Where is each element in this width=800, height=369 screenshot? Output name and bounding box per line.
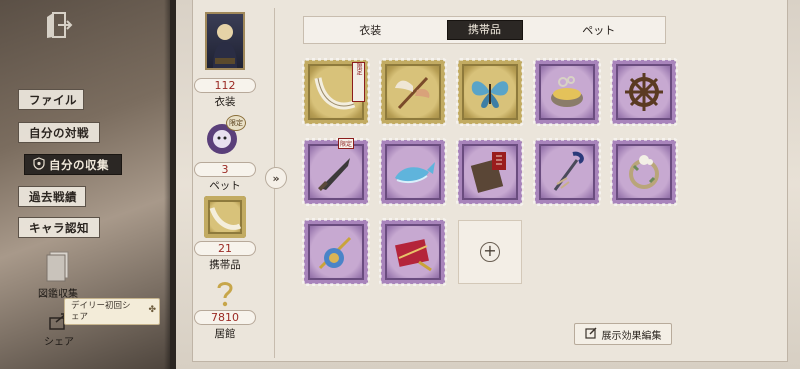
- nav-my-collection-button[interactable]: 自分の収集: [24, 154, 122, 175]
- residence-count: 7810: [194, 310, 256, 325]
- add-item-slot[interactable]: +: [458, 220, 522, 284]
- carry-label: 携帯品: [209, 259, 241, 271]
- tome-icon: [470, 152, 506, 193]
- pet-limited-badge: 限定: [226, 115, 246, 131]
- costume-portrait[interactable]: [205, 12, 245, 70]
- double-chevron-icon: »: [272, 171, 280, 185]
- exit-icon[interactable]: [44, 8, 74, 42]
- tab-costume[interactable]: 衣装: [304, 22, 437, 38]
- item-book[interactable]: [456, 138, 524, 206]
- carry-count: 21: [194, 241, 256, 256]
- collection-book-button[interactable]: 図鑑収集: [38, 250, 78, 300]
- item-bowl[interactable]: [533, 58, 601, 126]
- bowl-icon: [551, 76, 583, 107]
- item-winged[interactable]: [379, 58, 447, 126]
- cane-icon: [553, 151, 584, 191]
- nav-character-button[interactable]: キャラ認知: [18, 217, 100, 238]
- item-wheel[interactable]: [610, 58, 678, 126]
- butterfly-icon: [471, 81, 509, 108]
- shield-icon: [33, 156, 45, 173]
- red-case-icon: [395, 239, 432, 272]
- share-label: シェア: [44, 337, 74, 348]
- pet-count: 3: [194, 162, 256, 177]
- book-icon: [43, 250, 73, 285]
- nav-my-collection-label: 自分の収集: [49, 157, 109, 172]
- item-blade[interactable]: [302, 218, 370, 286]
- tab-carry-items[interactable]: 携帯品: [446, 20, 523, 40]
- nav-file-label: ファイル: [29, 92, 77, 107]
- costume-count: 112: [194, 78, 256, 93]
- nav-my-battles-button[interactable]: 自分の対戦: [18, 122, 100, 143]
- limited-tag-2: 限定: [338, 138, 355, 149]
- daily-share-tooltip: デイリー初回シェア ✤: [64, 298, 160, 325]
- costume-label: 衣装: [214, 96, 236, 108]
- whale-icon: [395, 162, 435, 184]
- item-dagger[interactable]: 限定: [302, 138, 370, 206]
- expand-arrow-button[interactable]: »: [265, 167, 287, 189]
- nav-character-label: キャラ認知: [29, 220, 89, 235]
- edit-icon: [584, 327, 597, 342]
- item-case[interactable]: [379, 218, 447, 286]
- ornate-blade-icon: [318, 236, 352, 270]
- nav-my-battles-label: 自分の対戦: [29, 125, 89, 140]
- nav-history-button[interactable]: 過去戦績: [18, 186, 86, 207]
- tab-pet[interactable]: ペット: [533, 22, 666, 38]
- item-horn[interactable]: 限定: [302, 58, 370, 126]
- daily-share-text: デイリー初回シェア: [71, 301, 131, 322]
- limited-tag: 限定: [352, 62, 365, 102]
- residence-icon[interactable]: [212, 278, 238, 308]
- display-effect-edit-label: 展示効果編集: [601, 330, 662, 342]
- wreath-icon: [629, 155, 659, 189]
- category-tabs: 衣装 携帯品 ペット: [303, 16, 666, 44]
- side-nav: ファイル 自分の対戦 自分の収集 過去戦績 キャラ認知 図鑑収集 シェア デイリ…: [0, 0, 170, 369]
- item-butterfly[interactable]: [456, 58, 524, 126]
- plus-icon: +: [480, 242, 500, 262]
- summary-column: 112 衣装 限定 3 ペット 21 携帯品 7810 居館: [194, 0, 256, 369]
- residence-label: 居館: [214, 328, 236, 340]
- clover-icon: ✤: [148, 305, 156, 315]
- item-cane[interactable]: [533, 138, 601, 206]
- display-effect-edit-button[interactable]: 展示効果編集: [574, 323, 672, 345]
- dagger-icon: [318, 158, 350, 191]
- ship-wheel-icon: [625, 73, 663, 111]
- winged-staff-icon: [395, 76, 430, 110]
- item-wreath[interactable]: [610, 138, 678, 206]
- carry-thumbnail[interactable]: [204, 196, 246, 238]
- item-whale[interactable]: [379, 138, 447, 206]
- pet-thumbnail[interactable]: 限定: [204, 115, 246, 159]
- nav-history-label: 過去戦績: [29, 189, 77, 204]
- pet-label: ペット: [209, 180, 241, 192]
- nav-file-button[interactable]: ファイル: [18, 89, 84, 110]
